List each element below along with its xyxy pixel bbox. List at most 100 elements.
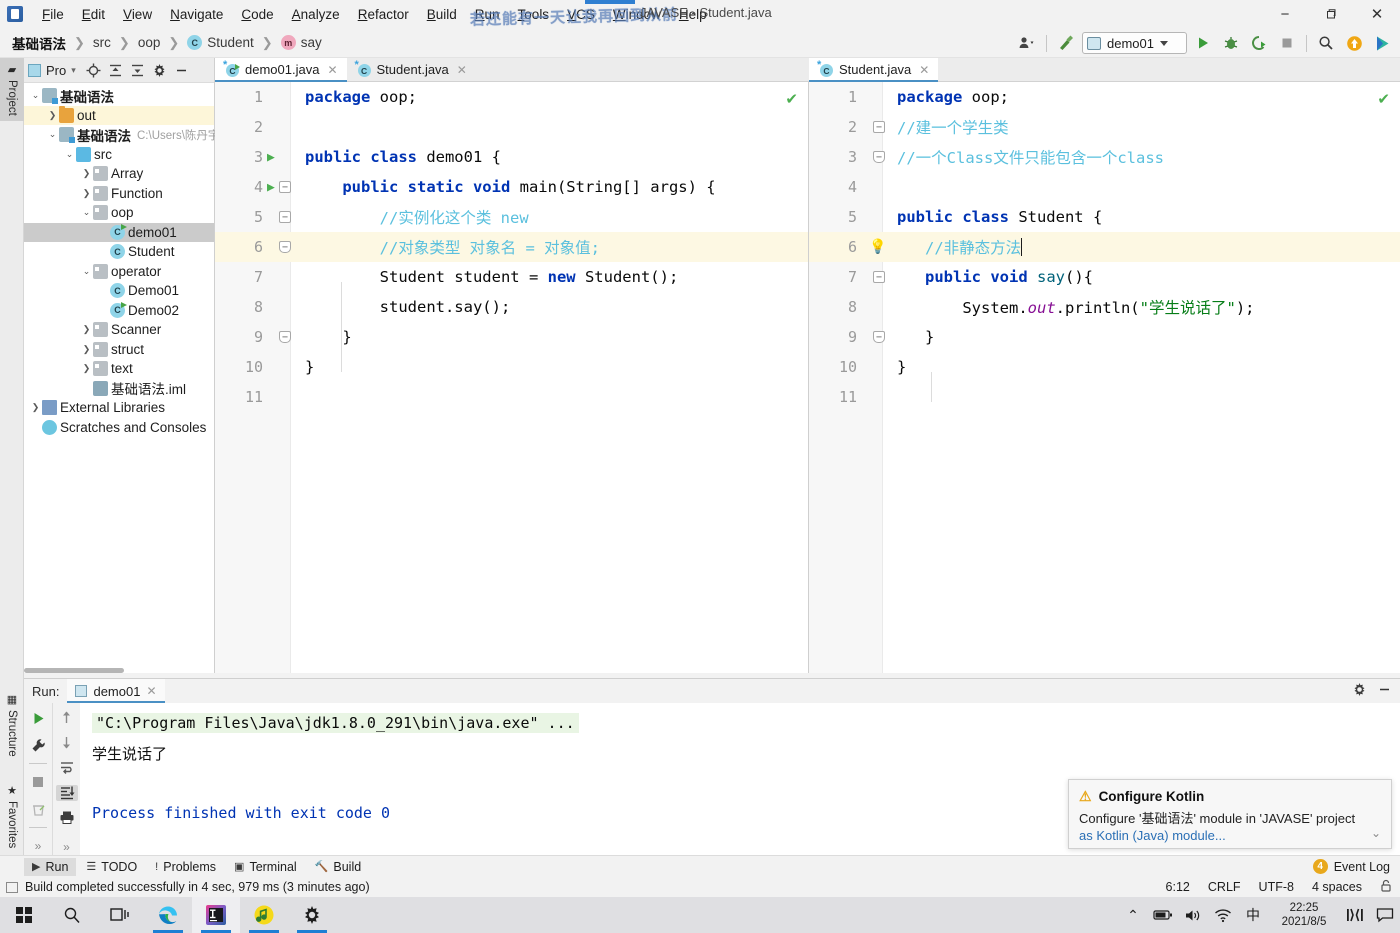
hide-run-panel-icon[interactable] [1377,682,1392,700]
tree-item-operator[interactable]: ⌄operator [24,262,214,282]
battery-icon[interactable] [1148,897,1178,933]
tree-item-out[interactable]: ❯out [24,106,214,126]
bottom-tab-build[interactable]: 🔨Build [307,858,370,876]
notification-link[interactable]: as Kotlin (Java) module... [1079,828,1381,843]
menu-item-refactor[interactable]: Refactor [349,4,418,25]
tree-item-src[interactable]: ⌄src [24,145,214,165]
ide-icon[interactable] [1370,31,1394,55]
chevron-down-icon[interactable]: ⌄ [1371,826,1381,840]
trash-icon[interactable] [27,800,49,818]
volume-icon[interactable] [1178,897,1208,933]
breadcrumb-item-say[interactable]: msay [277,34,326,51]
bottom-tab-terminal[interactable]: ▣Terminal [226,858,305,876]
tree-item-Array[interactable]: ❯Array [24,164,214,184]
up-icon[interactable] [56,709,78,725]
code-line[interactable]: 2−//建一个学生类 [809,112,1400,142]
code-line[interactable]: 10} [215,352,808,382]
hammer-icon[interactable] [1054,31,1078,55]
code-line[interactable]: 4▶− public static void main(String[] arg… [215,172,808,202]
code-line[interactable]: 4 [809,172,1400,202]
breadcrumb-item-oop[interactable]: oop [134,34,165,51]
lock-icon[interactable] [1380,879,1392,895]
code-line[interactable]: 1package oop; [215,82,808,112]
menu-item-vcs[interactable]: VCS [558,4,604,25]
right-editor-pane[interactable]: 1package oop;2−//建一个学生类3−//一个Class文件只能包含… [809,82,1400,673]
code-fold-toggle[interactable]: − [873,151,885,163]
menu-item-build[interactable]: Build [418,4,466,25]
wrench-icon[interactable] [27,736,49,754]
left-editor-pane[interactable]: 1package oop;23▶public class demo01 {4▶−… [215,82,809,673]
notification-configure-kotlin[interactable]: ⚠ Configure Kotlin Configure '基础语法' modu… [1068,779,1392,849]
code-fold-toggle[interactable]: − [873,331,885,343]
stop-process-icon[interactable] [27,773,49,791]
code-line[interactable]: 11 [809,382,1400,412]
code-line[interactable]: 8 student.say(); [215,292,808,322]
close-icon[interactable]: ✕ [146,684,156,698]
code-line[interactable]: 2 [215,112,808,142]
project-horizontal-scrollbar[interactable] [24,668,124,673]
close-icon[interactable]: ✕ [457,63,467,77]
tool-tab-project[interactable]: ▰ Project [0,58,24,121]
minimize-button[interactable]: − [1262,0,1308,28]
code-line[interactable]: 3▶public class demo01 { [215,142,808,172]
chevron-down-icon[interactable]: ⌄ [29,90,42,101]
menu-item-edit[interactable]: Edit [73,4,114,25]
line-separator[interactable]: CRLF [1208,880,1241,894]
code-line[interactable]: 3−//一个Class文件只能包含一个class [809,142,1400,172]
hide-icon[interactable] [172,61,191,80]
code-fold-toggle[interactable]: − [279,241,291,253]
code-line[interactable]: 7 Student student = new Student(); [215,262,808,292]
breadcrumb-item-src[interactable]: src [89,34,115,51]
rerun-icon[interactable] [27,709,49,727]
chevron-right-icon[interactable]: ❯ [46,110,59,121]
tree-item-Student[interactable]: CStudent [24,242,214,262]
code-fold-toggle[interactable]: − [873,121,885,133]
tree-item-demo01[interactable]: Cdemo01 [24,223,214,243]
code-line[interactable]: 8 System.out.println("学生说话了"); [809,292,1400,322]
chevron-right-icon[interactable]: ❯ [80,168,93,179]
file-encoding[interactable]: UTF-8 [1259,880,1294,894]
code-line[interactable]: 11 [215,382,808,412]
stop-icon[interactable] [1275,31,1299,55]
start-icon[interactable] [0,897,48,933]
code-line[interactable]: 7− public void say(){ [809,262,1400,292]
collapse-all-icon[interactable] [128,61,147,80]
gear-icon[interactable] [1352,682,1367,700]
chevron-down-icon[interactable]: ⌄ [46,129,59,140]
tool-tab-structure[interactable]: ▦ Structure [0,688,24,762]
tool-tab-favorites[interactable]: ★ Favorites [0,779,24,853]
menu-item-view[interactable]: View [114,4,161,25]
ime-panel-icon[interactable] [1340,897,1370,933]
code-fold-toggle[interactable]: − [873,271,885,283]
edge-icon[interactable] [144,897,192,933]
tree-item-Scratches and Consoles[interactable]: Scratches and Consoles [24,418,214,438]
menu-item-tools[interactable]: Tools [509,4,559,25]
settings-icon[interactable] [150,61,169,80]
left-editor-code[interactable]: 1package oop;23▶public class demo01 {4▶−… [215,82,808,673]
chevron-right-icon[interactable]: ❯ [80,344,93,355]
update-icon[interactable] [1342,31,1366,55]
maximize-button[interactable] [1308,0,1354,28]
intention-bulb-icon[interactable]: 💡 [869,239,886,255]
bottom-tab-todo[interactable]: ☰TODO [78,858,145,876]
expand-all-icon[interactable] [106,61,125,80]
settings-icon[interactable] [288,897,336,933]
intellij-icon[interactable] [192,897,240,933]
close-icon[interactable]: ✕ [327,63,337,77]
close-icon[interactable]: ✕ [919,63,929,77]
tree-item-External Libraries[interactable]: ❯External Libraries [24,398,214,418]
run-tab-demo01[interactable]: demo01 ✕ [67,679,164,703]
chevron-up-icon[interactable]: ⌃ [1118,897,1148,933]
right-editor-code[interactable]: 1package oop;2−//建一个学生类3−//一个Class文件只能包含… [809,82,1400,673]
code-line[interactable]: 5public class Student { [809,202,1400,232]
project-panel-title[interactable]: Pro ▾ [28,63,76,78]
editor-tab-Student.java[interactable]: *CStudent.java✕ [347,58,476,81]
chevron-right-icon[interactable]: ❯ [80,363,93,374]
tree-item-基础语法.iml[interactable]: 基础语法.iml [24,379,214,399]
editor-tab-Student.java[interactable]: *CStudent.java✕ [809,58,938,81]
tree-item-Function[interactable]: ❯Function [24,184,214,204]
chevron-right-icon[interactable]: ❯ [80,324,93,335]
tree-item-struct[interactable]: ❯struct [24,340,214,360]
run-icon[interactable] [1191,31,1215,55]
chevron-down-icon[interactable]: ⌄ [80,266,93,277]
